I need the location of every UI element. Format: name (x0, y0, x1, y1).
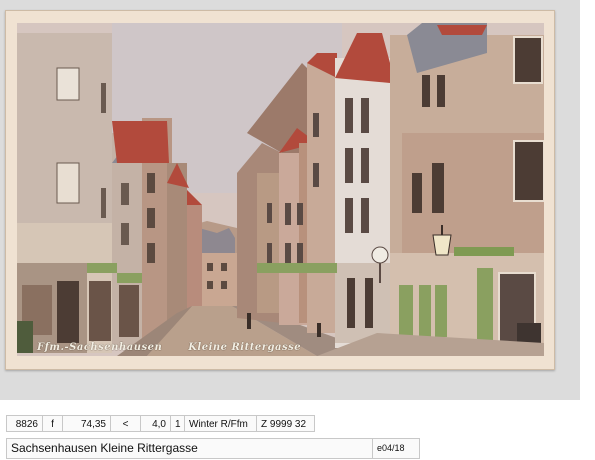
item-reference: e04/18 (377, 443, 405, 453)
caption-place: Ffm.-Sachsenhausen (37, 342, 163, 353)
caption-street: Kleine Rittergasse (188, 342, 302, 353)
item-number: 8826 (7, 415, 43, 432)
postcard-photo: Ffm.-Sachsenhausen Kleine Rittergasse (17, 23, 544, 356)
postcard-caption: Ffm.-Sachsenhausen Kleine Rittergasse (37, 342, 301, 353)
quantity-cell: 1 (171, 415, 185, 432)
item-title: Sachsenhausen Kleine Rittergasse (7, 439, 373, 458)
price-cell: 74,35 (63, 415, 111, 432)
code-cell: Z 9999 32 (257, 415, 315, 432)
symbol-cell: < (111, 415, 141, 432)
title-row: Sachsenhausen Kleine Rittergasse e04/18 (6, 438, 420, 459)
street-scene-illustration (17, 23, 544, 356)
flag-cell: f (43, 415, 63, 432)
stock-info-row: 8826 f 74,35 < 4,0 1 Winter R/Ffm Z 9999… (6, 415, 315, 432)
location-cell: Winter R/Ffm (185, 415, 257, 432)
postcard[interactable]: Ffm.-Sachsenhausen Kleine Rittergasse (5, 10, 555, 370)
grade-cell: 4,0 (141, 415, 171, 432)
